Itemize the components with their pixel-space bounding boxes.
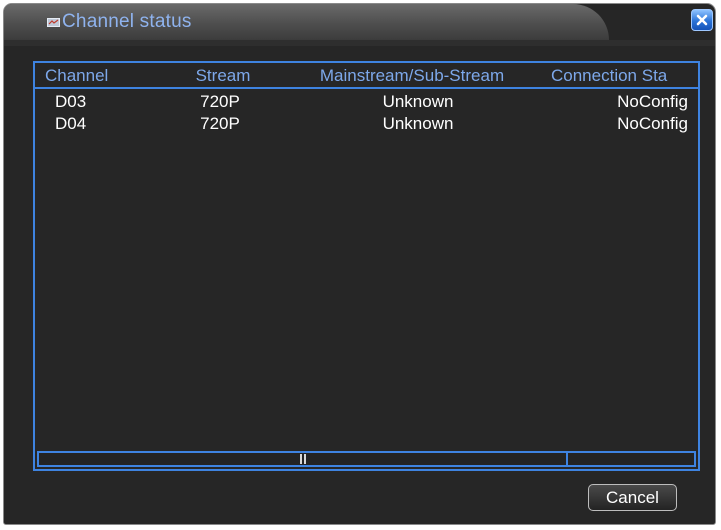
table-row[interactable]: D04 720P Unknown NoConfig: [35, 114, 698, 135]
cancel-button[interactable]: Cancel: [588, 484, 677, 511]
cell-mainstream-substream: Unknown: [382, 92, 454, 111]
channel-status-dialog: Channel status Channel Stream Mainstream…: [3, 3, 716, 525]
close-button[interactable]: [691, 9, 713, 31]
cell-connection-status: NoConfig: [617, 114, 688, 133]
title-bar: Channel status: [4, 4, 609, 40]
table-row[interactable]: D03 720P Unknown NoConfig: [35, 92, 698, 113]
dialog-title: Channel status: [62, 11, 192, 32]
channel-status-table: Channel Stream Mainstream/Sub-Stream Con…: [33, 61, 700, 471]
column-header-stream[interactable]: Stream: [173, 65, 273, 87]
grip-icon: [299, 454, 306, 464]
cell-stream: 720P: [200, 114, 240, 133]
cell-mainstream-substream: Unknown: [382, 114, 454, 133]
column-header-connection-status[interactable]: Connection Sta: [551, 65, 698, 87]
scrollbar-thumb[interactable]: [39, 453, 568, 465]
title-group: Channel status: [47, 12, 192, 32]
table-header: Channel Stream Mainstream/Sub-Stream Con…: [35, 63, 698, 89]
close-icon: [696, 14, 708, 26]
cell-stream: 720P: [200, 92, 240, 111]
column-header-channel[interactable]: Channel: [45, 65, 165, 87]
horizontal-scrollbar[interactable]: [37, 451, 696, 467]
cell-channel: D04: [55, 114, 87, 133]
cell-channel: D03: [55, 92, 87, 111]
title-bar-strip: [4, 40, 715, 46]
column-header-mainstream-substream[interactable]: Mainstream/Sub-Stream: [287, 65, 537, 87]
cell-connection-status: NoConfig: [617, 92, 688, 111]
channel-status-icon: [47, 17, 60, 27]
